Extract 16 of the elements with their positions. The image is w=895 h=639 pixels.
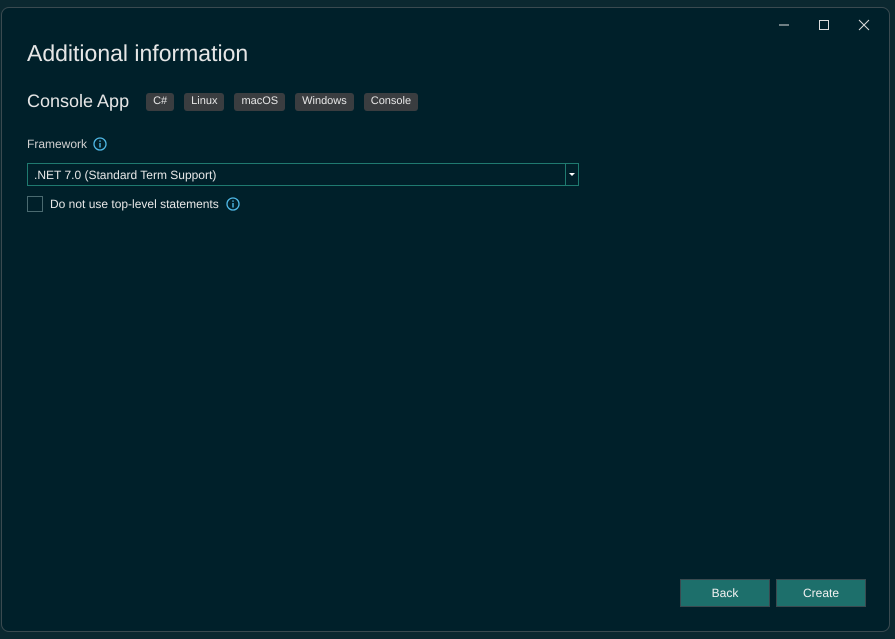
framework-dropdown[interactable]: .NET 7.0 (Standard Term Support) <box>27 163 579 186</box>
tag: macOS <box>234 92 286 110</box>
project-name: Console App <box>27 90 130 113</box>
dialog-button[interactable]: Create <box>776 579 866 607</box>
tag: C# <box>146 92 174 110</box>
info-icon[interactable] <box>93 137 108 151</box>
tag: Windows <box>295 92 354 110</box>
tag: Linux <box>184 92 224 110</box>
tag: Console <box>364 92 418 110</box>
checkbox[interactable] <box>27 196 43 212</box>
info-icon[interactable] <box>226 197 240 211</box>
dropdown-caret-icon <box>569 173 575 176</box>
framework-label: Framework <box>27 136 88 153</box>
option-label: Do not use top-level statements <box>50 196 219 213</box>
dialog-button[interactable]: Back <box>680 579 770 607</box>
window-title: Additional information <box>27 39 250 68</box>
